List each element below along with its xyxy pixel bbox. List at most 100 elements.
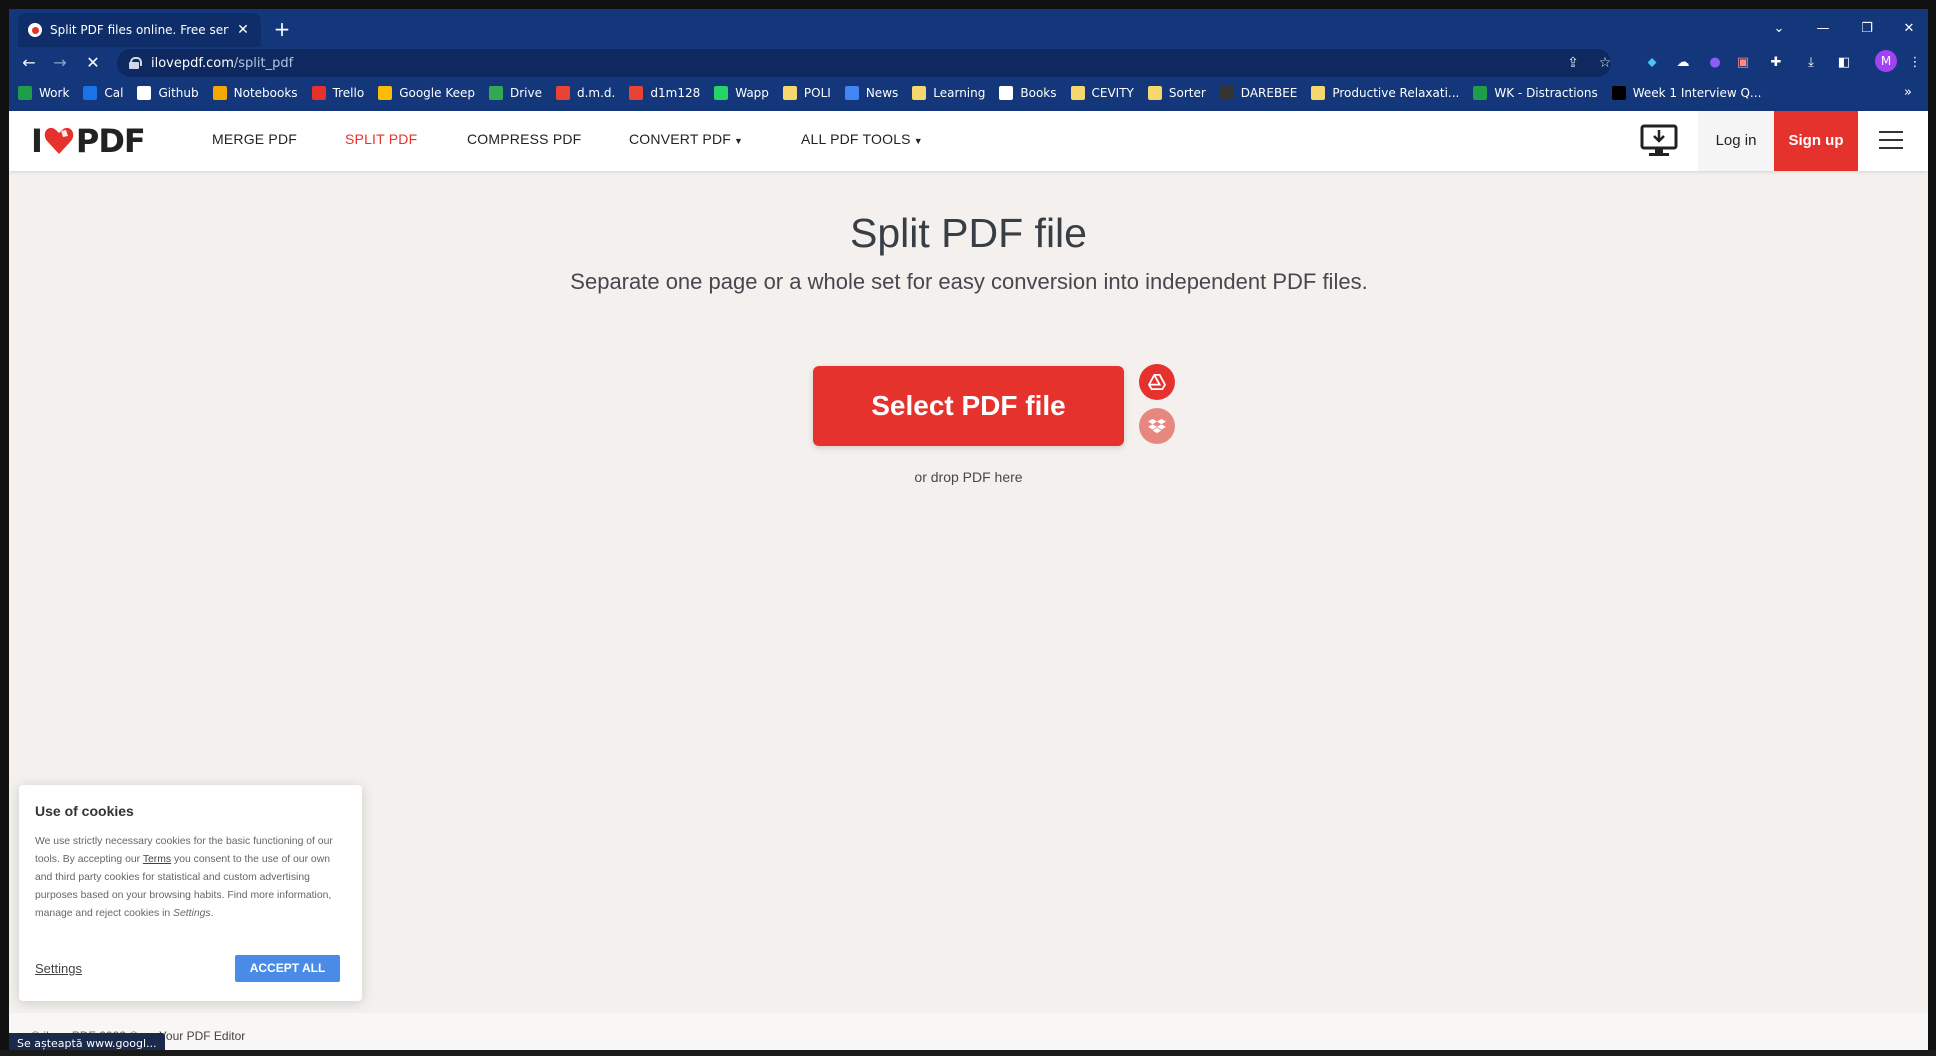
bookmark-label: d1m128 — [650, 86, 701, 100]
bookmark-item[interactable]: Learning — [912, 86, 985, 100]
ilovepdf-logo[interactable]: I PDF — [31, 122, 146, 160]
dropbox-icon[interactable] — [1139, 408, 1175, 444]
extension-badge-icon[interactable]: ● — [1705, 53, 1725, 73]
bookmark-favicon-icon — [714, 86, 729, 100]
bookmark-label: Notebooks — [233, 86, 298, 100]
tab-search-icon[interactable]: ⌄ — [1759, 19, 1799, 39]
side-panel-icon[interactable]: ◧ — [1834, 53, 1854, 73]
browser-window: Split PDF files online. Free servic ✕ + … — [9, 9, 1928, 1054]
bookmark-favicon-icon — [378, 86, 393, 100]
bookmark-star-icon[interactable]: ☆ — [1596, 54, 1614, 72]
bookmark-favicon-icon — [999, 86, 1014, 100]
bookmark-item[interactable]: d1m128 — [629, 86, 700, 100]
bookmark-item[interactable]: POLI — [782, 86, 831, 100]
bookmark-item[interactable]: Cal — [83, 86, 123, 100]
tab-title: Split PDF files online. Free servic — [50, 23, 229, 37]
close-window-button[interactable]: ✕ — [1889, 19, 1928, 39]
bookmark-item[interactable]: d.m.d. — [556, 86, 615, 100]
bookmark-item[interactable]: Drive — [489, 86, 542, 100]
nav-merge-pdf[interactable]: MERGE PDF — [212, 131, 297, 147]
restore-button[interactable]: ❐ — [1847, 19, 1887, 39]
cookie-banner: Use of cookies We use strictly necessary… — [19, 785, 362, 1001]
caret-down-icon: ▼ — [734, 136, 744, 146]
bookmark-label: Sorter — [1168, 86, 1206, 100]
url-path: /split_pdf — [233, 55, 294, 71]
bookmark-item[interactable]: WK - Distractions — [1473, 86, 1598, 100]
signup-button[interactable]: Sign up — [1774, 111, 1858, 171]
bookmark-favicon-icon — [489, 86, 503, 100]
bookmark-label: Work — [39, 86, 70, 100]
profile-avatar[interactable]: M — [1875, 50, 1897, 72]
stop-loading-button[interactable]: ✕ — [79, 49, 107, 77]
nav-split-pdf[interactable]: SPLIT PDF — [345, 131, 417, 147]
bookmark-item[interactable]: Wapp — [714, 86, 769, 100]
bookmark-item[interactable]: Books — [999, 86, 1057, 100]
bookmark-item[interactable]: News — [844, 86, 898, 100]
logo-text-i: I — [31, 122, 43, 160]
lock-icon[interactable] — [129, 57, 142, 69]
cookie-text-part: . — [210, 908, 214, 919]
extension-pin-icon[interactable]: ⬥ — [1642, 53, 1662, 73]
web-page: I PDF MERGE PDF SPLIT PDF COMPRESS PDF C… — [9, 111, 1928, 1054]
bookmark-favicon-icon — [1611, 86, 1626, 100]
hamburger-menu-icon[interactable] — [1879, 131, 1903, 151]
nav-convert-pdf-label: CONVERT PDF — [629, 131, 732, 147]
bookmark-favicon-icon — [1219, 86, 1234, 100]
nav-compress-pdf[interactable]: COMPRESS PDF — [467, 131, 581, 147]
bookmark-label: Cal — [104, 86, 124, 100]
cookie-settings-button[interactable]: Settings — [35, 961, 82, 976]
minimize-button[interactable]: — — [1803, 19, 1843, 39]
os-taskbar — [0, 1050, 1936, 1056]
bookmark-item[interactable]: Sorter — [1147, 86, 1206, 100]
bookmark-favicon-icon — [311, 86, 326, 100]
bookmark-item[interactable]: Google Keep — [378, 86, 475, 100]
terms-link[interactable]: Terms — [143, 854, 171, 865]
bookmark-favicon-icon — [137, 86, 152, 100]
bookmarks-overflow-icon[interactable]: » — [1904, 85, 1912, 100]
bookmark-favicon-icon — [782, 86, 797, 100]
downloads-icon[interactable]: ⤓ — [1801, 53, 1821, 73]
bookmark-label: CEVITY — [1091, 86, 1134, 100]
tab-close-icon[interactable]: ✕ — [235, 22, 251, 38]
extension-new-icon[interactable]: ▣ — [1733, 53, 1753, 73]
google-drive-icon[interactable] — [1139, 364, 1175, 400]
nav-convert-pdf[interactable]: CONVERT PDF ▼ — [629, 131, 743, 147]
nav-all-pdf-tools-label: ALL PDF TOOLS — [801, 131, 911, 147]
new-tab-button[interactable]: + — [271, 19, 293, 41]
bookmark-item[interactable]: Github — [137, 86, 199, 100]
cookie-title: Use of cookies — [35, 803, 134, 819]
bookmark-item[interactable]: Notebooks — [212, 86, 298, 100]
bookmark-item[interactable]: Work — [18, 86, 69, 100]
site-header: I PDF MERGE PDF SPLIT PDF COMPRESS PDF C… — [9, 111, 1928, 171]
address-bar[interactable]: ilovepdf.com /split_pdf — [117, 49, 1611, 77]
bookmark-item[interactable]: Productive Relaxati... — [1311, 86, 1459, 100]
active-tab[interactable]: Split PDF files online. Free servic ✕ — [18, 13, 261, 47]
bookmark-label: DAREBEE — [1240, 86, 1298, 100]
login-button[interactable]: Log in — [1698, 111, 1774, 171]
settings-inline-link: Settings — [173, 908, 211, 919]
nav-all-pdf-tools[interactable]: ALL PDF TOOLS ▼ — [801, 131, 923, 147]
bookmark-label: Github — [158, 86, 199, 100]
footer-editor-link[interactable]: Your PDF Editor — [159, 1029, 245, 1043]
cookie-text: We use strictly necessary cookies for th… — [35, 833, 346, 923]
accept-all-button[interactable]: ACCEPT ALL — [235, 955, 340, 982]
bookmark-label: Drive — [510, 86, 542, 100]
bookmark-favicon-icon — [912, 86, 927, 100]
nav-split-pdf-label: SPLIT PDF — [345, 131, 418, 147]
back-button[interactable]: ← — [15, 49, 43, 77]
site-footer: © iLovePDF 2022 ® Your PDF Editor — [9, 1013, 1928, 1054]
bookmark-item[interactable]: CEVITY — [1070, 86, 1134, 100]
bookmark-favicon-icon — [83, 86, 98, 100]
bookmark-item[interactable]: Trello — [311, 86, 364, 100]
extensions-puzzle-icon[interactable]: ✚ — [1766, 53, 1786, 73]
select-pdf-button[interactable]: Select PDF file — [813, 366, 1124, 446]
extension-cloud-icon[interactable]: ☁ — [1673, 53, 1693, 73]
bookmark-item[interactable]: DAREBEE — [1219, 86, 1298, 100]
page-subtitle: Separate one page or a whole set for eas… — [570, 269, 1368, 294]
chrome-menu-icon[interactable]: ⋮ — [1905, 53, 1925, 73]
bookmark-item[interactable]: Week 1 Interview Q... — [1611, 86, 1761, 100]
logo-text-pdf: PDF — [75, 122, 146, 160]
forward-button[interactable]: → — [46, 49, 74, 77]
desktop-app-download-icon[interactable] — [1639, 123, 1679, 159]
share-icon[interactable]: ⇪ — [1564, 54, 1582, 72]
